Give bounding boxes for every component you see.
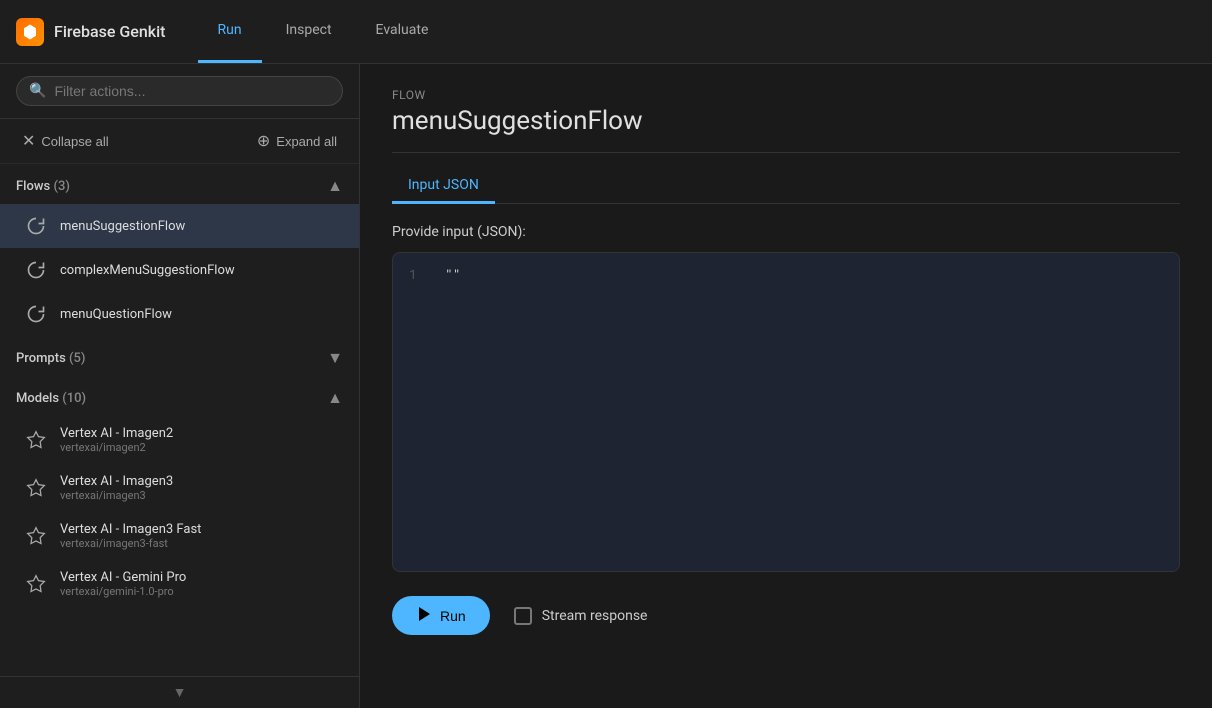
nav-tabs: Run Inspect Evaluate [198,0,449,63]
sidebar-scroll-down[interactable]: ▼ [0,676,359,708]
search-icon: 🔍 [29,83,46,99]
sidebar-item-complexmenusuggestionflow[interactable]: complexMenuSuggestionFlow [0,248,359,292]
sidebar-item-imagen2[interactable]: Vertex AI - Imagen2 vertexai/imagen2 [0,416,359,464]
section-prompts-header[interactable]: Prompts (5) ▼ [0,336,359,376]
title-divider [392,152,1180,153]
model-icon-3 [24,524,48,548]
main-layout: 🔍 ✕ Collapse all ⊕ Expand all Flows (3) [0,64,1212,708]
flow-type-label: Flow [392,88,1180,102]
sidebar-item-imagen3[interactable]: Vertex AI - Imagen3 vertexai/imagen3 [0,464,359,512]
models-items: Vertex AI - Imagen2 vertexai/imagen2 Ver… [0,416,359,608]
gemini-pro-info: Vertex AI - Gemini Pro vertexai/gemini-1… [60,570,186,598]
flow-title: menuSuggestionFlow [392,106,1180,136]
sidebar-item-imagen3-fast[interactable]: Vertex AI - Imagen3 Fast vertexai/imagen… [0,512,359,560]
models-chevron-up-icon: ▲ [327,388,343,408]
expand-all-button[interactable]: ⊕ Expand all [251,127,343,155]
sidebar: 🔍 ✕ Collapse all ⊕ Expand all Flows (3) [0,64,360,708]
sidebar-item-menusuggestionflow[interactable]: menuSuggestionFlow [0,204,359,248]
collapse-all-button[interactable]: ✕ Collapse all [16,127,115,155]
logo-icon [16,18,44,46]
search-box: 🔍 [0,64,359,119]
model-icon-2 [24,476,48,500]
flow-icon-2 [24,258,48,282]
tab-input-json[interactable]: Input JSON [392,169,495,204]
sidebar-content: Flows (3) ▲ menuSuggestionFlow [0,164,359,676]
editor-line-1: 1 "" [409,265,1163,283]
bottom-bar: Run Stream response [392,580,1180,635]
flows-items: menuSuggestionFlow complexMenuSuggestion… [0,204,359,336]
tab-evaluate[interactable]: Evaluate [356,0,449,63]
imagen3-fast-info: Vertex AI - Imagen3 Fast vertexai/imagen… [60,522,201,550]
collapse-row: ✕ Collapse all ⊕ Expand all [0,119,359,164]
search-wrapper: 🔍 [16,76,343,106]
logo-area: Firebase Genkit [16,18,166,46]
tab-run[interactable]: Run [198,0,262,63]
flows-chevron-up-icon: ▲ [327,176,343,196]
line-content-1: "" [445,265,461,283]
json-editor[interactable]: 1 "" [392,252,1180,572]
app-title: Firebase Genkit [54,22,166,41]
collapse-icon: ✕ [22,131,35,151]
content-tabs: Input JSON [392,169,1180,204]
tab-inspect[interactable]: Inspect [266,0,352,63]
sidebar-item-menuquestionflow[interactable]: menuQuestionFlow [0,292,359,336]
section-flows-header[interactable]: Flows (3) ▲ [0,164,359,204]
flows-title: Flows (3) [16,179,70,194]
imagen3-info: Vertex AI - Imagen3 vertexai/imagen3 [60,474,173,502]
expand-icon: ⊕ [257,131,270,151]
models-title: Models (10) [16,391,86,406]
line-number-1: 1 [409,265,429,283]
stream-response-checkbox[interactable] [514,607,532,625]
section-models-header[interactable]: Models (10) ▲ [0,376,359,416]
stream-response-label: Stream response [542,608,648,624]
provide-label: Provide input (JSON): [392,224,1180,240]
stream-response-toggle[interactable]: Stream response [514,607,648,625]
sidebar-item-gemini-pro[interactable]: Vertex AI - Gemini Pro vertexai/gemini-1… [0,560,359,608]
search-input[interactable] [54,83,330,99]
run-button[interactable]: Run [392,596,490,635]
flow-icon-3 [24,302,48,326]
flow-icon [24,214,48,238]
top-nav: Firebase Genkit Run Inspect Evaluate [0,0,1212,64]
play-icon [416,606,432,625]
model-icon-4 [24,572,48,596]
scroll-down-icon: ▼ [173,684,187,701]
prompts-chevron-down-icon: ▼ [327,348,343,368]
prompts-title: Prompts (5) [16,351,85,366]
content-area: Flow menuSuggestionFlow Input JSON Provi… [360,64,1212,708]
imagen2-info: Vertex AI - Imagen2 vertexai/imagen2 [60,426,173,454]
model-icon [24,428,48,452]
